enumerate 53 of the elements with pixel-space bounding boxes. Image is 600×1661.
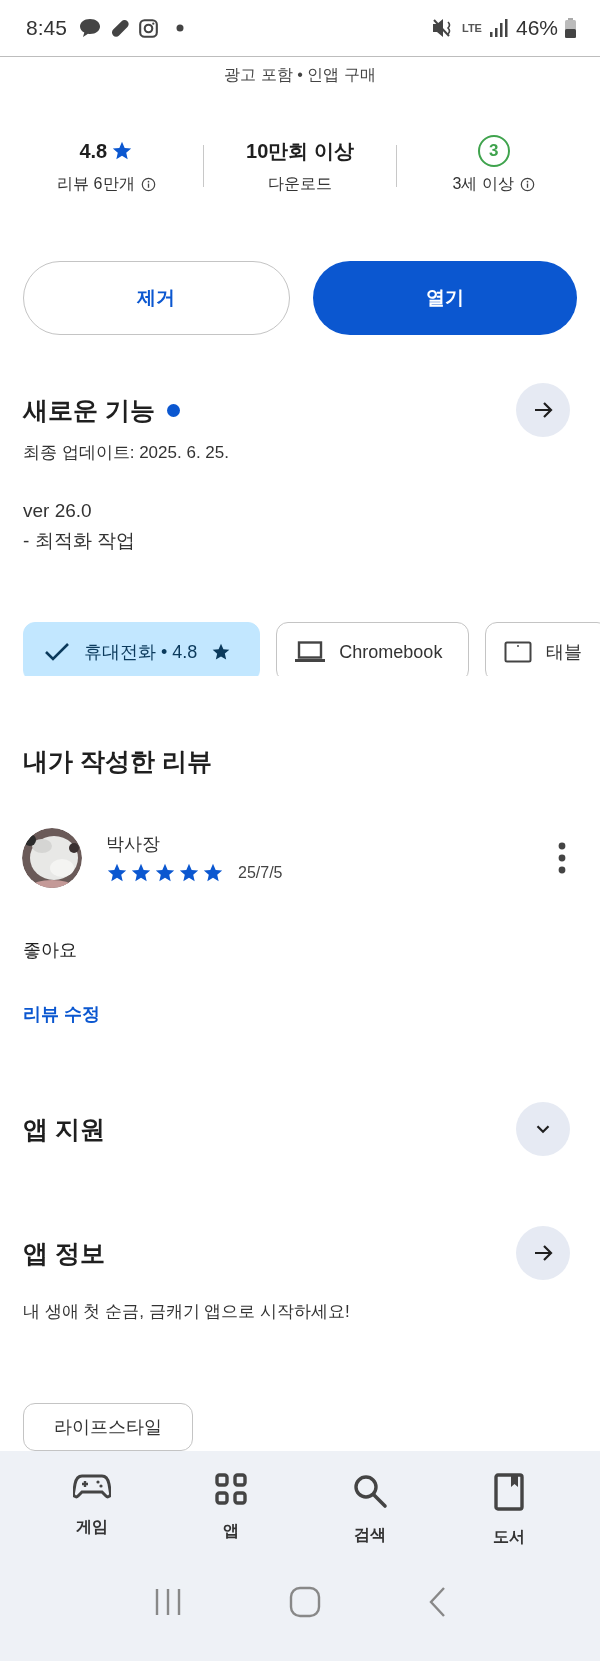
release-note: - 최적화 작업 [23, 529, 136, 553]
camera-icon [137, 17, 159, 39]
search-icon [351, 1473, 388, 1509]
home-icon[interactable] [289, 1586, 321, 1618]
rating-value: 4.8 [79, 139, 108, 163]
section-title: 앱 지원 [23, 1113, 105, 1145]
review-text: 좋아요 [23, 939, 78, 962]
release-note: ver 26.0 [23, 500, 93, 522]
tablet-icon [504, 641, 533, 663]
recent-apps-icon[interactable] [153, 1587, 183, 1617]
review-date: 25/7/5 [238, 864, 283, 882]
nav-tab[interactable]: 검색 [324, 1473, 415, 1548]
star-icon [111, 140, 134, 162]
chat-bubble-icon [77, 17, 102, 39]
open-section-button[interactable] [516, 383, 570, 437]
new-indicator-dot [166, 403, 180, 417]
device-chip[interactable]: Chromebook [276, 622, 470, 676]
section-title: 앱 정보 [23, 1237, 105, 1269]
update-date: 최종 업데이트: 2025. 6. 25. [23, 442, 230, 464]
stat-label: 리뷰 6만개 [57, 174, 135, 194]
edit-review-link[interactable]: 리뷰 수정 [23, 1002, 100, 1026]
nav-tab[interactable]: 앱 [185, 1473, 276, 1548]
app-tags: 광고 포함 • 인앱 구매 [224, 65, 376, 86]
stat-label: 다운로드 [268, 174, 332, 194]
battery-percent: 46% [515, 16, 558, 40]
gamepad-icon [72, 1473, 111, 1501]
back-icon[interactable] [427, 1586, 447, 1618]
device-chip[interactable]: 태블 [485, 622, 600, 676]
network-type: LTE [462, 22, 482, 34]
open-button[interactable]: 열기 [312, 261, 577, 335]
apps-grid-icon [214, 1473, 247, 1505]
app-description: 내 생애 첫 순금, 금캐기 앱으로 시작하세요! [23, 1301, 351, 1323]
device-chip[interactable]: 휴대전화 • 4.8 [23, 622, 261, 676]
info-icon [519, 177, 535, 192]
nav-tab[interactable]: 게임 [46, 1473, 137, 1548]
nav-tab[interactable]: 도서 [463, 1473, 554, 1548]
uninstall-button[interactable]: 제거 [23, 261, 290, 335]
clock-time: 8:45 [26, 16, 67, 40]
reviewer-name: 박사장 [106, 833, 161, 856]
open-section-button[interactable] [516, 1226, 570, 1280]
section-title: 새로운 기능 [23, 394, 155, 426]
battery-icon [565, 18, 576, 38]
laptop-icon [295, 641, 326, 663]
book-icon [493, 1473, 524, 1511]
notification-dot-icon [175, 24, 184, 32]
age-rating-badge: 3 [477, 135, 510, 167]
category-chip[interactable]: 라이프스타일 [23, 1403, 193, 1451]
stat-label: 3세 이상 [452, 174, 514, 194]
stat-value: 10만회 이상 [246, 138, 354, 164]
info-icon [140, 177, 156, 192]
check-icon [44, 642, 70, 662]
signal-icon [488, 18, 509, 38]
section-title: 내가 작성한 리뷰 [23, 746, 213, 777]
